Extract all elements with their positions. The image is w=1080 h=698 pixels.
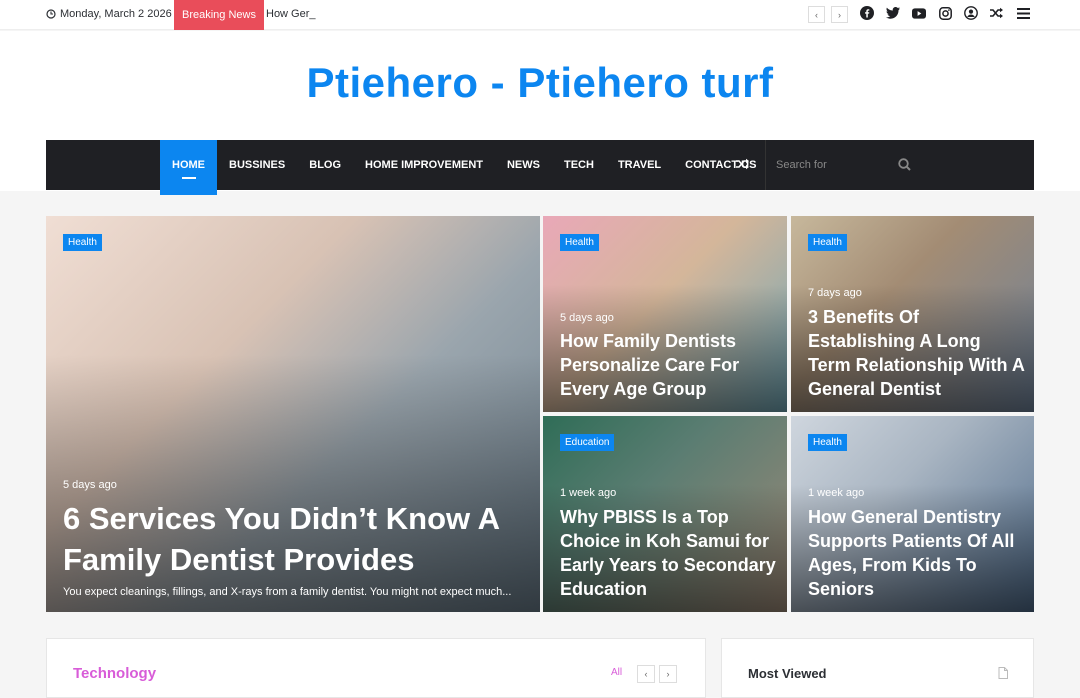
- date-text: Monday, March 2 2026: [60, 8, 172, 20]
- post-title[interactable]: How General Dentistry Supports Patients …: [808, 505, 1028, 601]
- prev-button[interactable]: ‹: [637, 665, 655, 683]
- section-pagination: ‹ ›: [637, 665, 677, 683]
- featured-card[interactable]: Health 7 days ago 3 Benefits Of Establis…: [791, 216, 1034, 412]
- search-icon[interactable]: [898, 158, 911, 176]
- youtube-icon[interactable]: [912, 6, 926, 20]
- site-logo[interactable]: Ptiehero - Ptiehero turf: [0, 59, 1080, 107]
- post-title[interactable]: How Family Dentists Personalize Care For…: [560, 329, 780, 401]
- nav-item-tech[interactable]: TECH: [552, 140, 606, 190]
- document-icon: [998, 666, 1008, 684]
- section-title[interactable]: Technology: [73, 665, 156, 682]
- main-navigation: HOME BUSSINES BLOG HOME IMPROVEMENT NEWS…: [46, 140, 1034, 195]
- featured-main-card[interactable]: Health 5 days ago 6 Services You Didn’t …: [46, 216, 540, 612]
- menu-icon[interactable]: [1016, 6, 1030, 20]
- search-input[interactable]: [776, 156, 976, 174]
- nav-item-contact-us[interactable]: CONTACT US: [673, 140, 768, 190]
- post-excerpt: You expect cleanings, fillings, and X-ra…: [63, 586, 512, 598]
- post-title[interactable]: Why PBISS Is a Top Choice in Koh Samui f…: [560, 505, 780, 601]
- category-badge[interactable]: Health: [808, 434, 847, 451]
- shuffle-icon[interactable]: [736, 157, 750, 175]
- view-all-link[interactable]: All: [611, 667, 622, 678]
- most-viewed-widget: Most Viewed: [721, 638, 1034, 698]
- post-time: 7 days ago: [808, 287, 862, 299]
- instagram-icon[interactable]: [938, 6, 952, 20]
- post-time: 5 days ago: [63, 479, 117, 491]
- nav-item-blog[interactable]: BLOG: [297, 140, 353, 190]
- category-badge[interactable]: Health: [63, 234, 102, 251]
- ticker-controls: ‹ ›: [808, 6, 848, 23]
- category-badge[interactable]: Education: [560, 434, 615, 451]
- breaking-news-label: Breaking News: [174, 0, 264, 30]
- search-box: [765, 140, 1034, 190]
- featured-card[interactable]: Health 5 days ago How Family Dentists Pe…: [543, 216, 787, 412]
- social-icons: [860, 6, 1030, 20]
- user-account-icon[interactable]: [964, 6, 978, 20]
- category-badge[interactable]: Health: [560, 234, 599, 251]
- clock-icon: [46, 9, 56, 19]
- widget-title: Most Viewed: [748, 666, 827, 681]
- breaking-news-ticker[interactable]: How Ger_: [266, 8, 316, 20]
- nav-menu: HOME BUSSINES BLOG HOME IMPROVEMENT NEWS…: [160, 140, 768, 195]
- ticker-prev-button[interactable]: ‹: [808, 6, 825, 23]
- post-time: 1 week ago: [808, 487, 865, 499]
- ticker-next-button[interactable]: ›: [831, 6, 848, 23]
- top-bar: Monday, March 2 2026 Breaking News How G…: [0, 0, 1080, 30]
- category-badge[interactable]: Health: [808, 234, 847, 251]
- post-title[interactable]: 6 Services You Didn’t Know A Family Dent…: [63, 498, 533, 580]
- post-time: 5 days ago: [560, 312, 614, 324]
- technology-section: Technology All ‹ ›: [46, 638, 706, 698]
- nav-item-news[interactable]: NEWS: [495, 140, 552, 190]
- featured-card[interactable]: Education 1 week ago Why PBISS Is a Top …: [543, 416, 787, 612]
- next-button[interactable]: ›: [659, 665, 677, 683]
- nav-item-travel[interactable]: TRAVEL: [606, 140, 673, 190]
- nav-item-bussines[interactable]: BUSSINES: [217, 140, 297, 190]
- post-time: 1 week ago: [560, 487, 617, 499]
- date-display: Monday, March 2 2026: [46, 8, 172, 20]
- nav-item-home-improvement[interactable]: HOME IMPROVEMENT: [353, 140, 495, 190]
- random-article-icon[interactable]: [990, 6, 1004, 20]
- post-title[interactable]: 3 Benefits Of Establishing A Long Term R…: [808, 305, 1028, 401]
- twitter-icon[interactable]: [886, 6, 900, 20]
- facebook-icon[interactable]: [860, 6, 874, 20]
- featured-card[interactable]: Health 1 week ago How General Dentistry …: [791, 416, 1034, 612]
- nav-item-home[interactable]: HOME: [160, 140, 217, 195]
